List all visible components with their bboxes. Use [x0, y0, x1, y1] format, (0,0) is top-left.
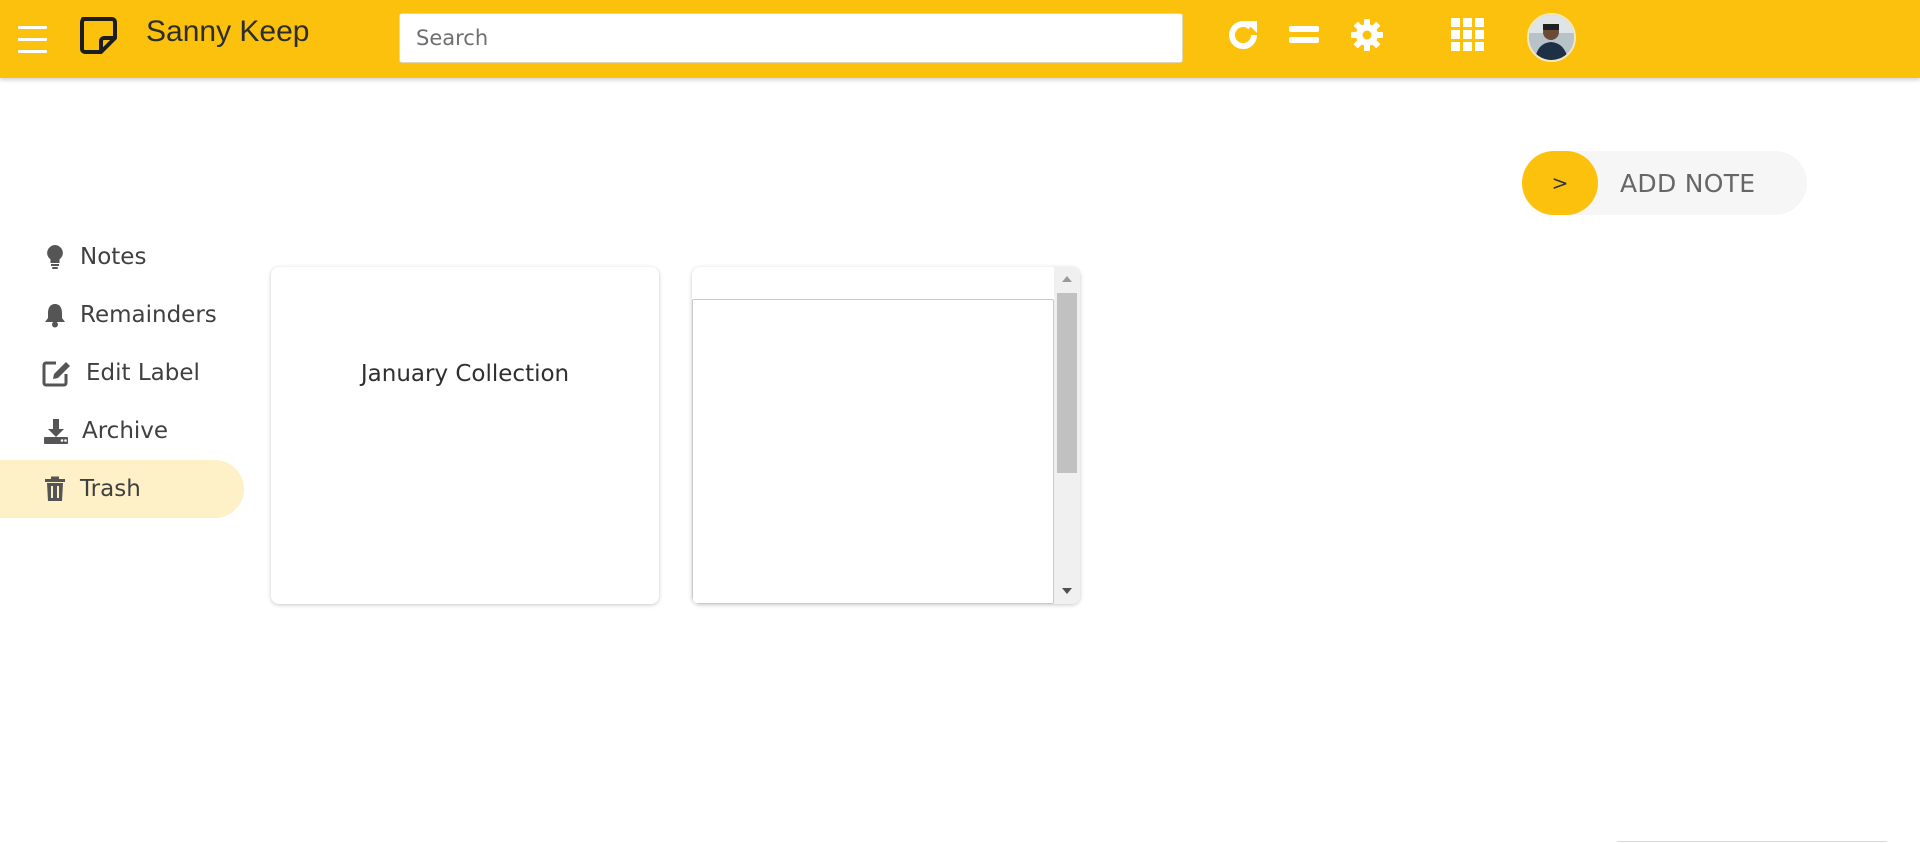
- scroll-thumb[interactable]: [1057, 293, 1077, 473]
- sidebar-item-remainders[interactable]: Remainders: [0, 286, 244, 344]
- app-title: Sanny Keep: [146, 15, 310, 48]
- note-title: January Collection: [360, 361, 570, 387]
- note-card[interactable]: January Collection: [271, 267, 659, 604]
- gear-icon: [1351, 19, 1383, 51]
- refresh-icon: [1229, 21, 1258, 50]
- sticky-note-icon: [80, 17, 117, 54]
- sidebar-item-label: Trash: [80, 476, 141, 502]
- sidebar-item-label: Remainders: [80, 302, 217, 328]
- apps-button[interactable]: [1447, 14, 1489, 56]
- sidebar-item-label: Archive: [82, 418, 169, 444]
- user-avatar[interactable]: [1527, 13, 1576, 62]
- refresh-button[interactable]: [1222, 14, 1264, 56]
- sidebar-item-label: Edit Label: [86, 360, 200, 386]
- scroll-up-icon[interactable]: [1062, 276, 1072, 282]
- note-textarea[interactable]: [692, 299, 1054, 604]
- note-scrollbar[interactable]: [1054, 267, 1080, 604]
- divider: [1617, 841, 1887, 842]
- settings-button[interactable]: [1346, 14, 1388, 56]
- add-note-button[interactable]: > ADD NOTE: [1522, 151, 1807, 215]
- apps-grid-icon: [1451, 18, 1484, 51]
- search-input[interactable]: [399, 13, 1183, 63]
- app-header: Sanny Keep: [0, 0, 1920, 78]
- sidebar-nav: Notes Remainders Edit Label Archive Tras…: [0, 228, 250, 518]
- sidebar-item-trash[interactable]: Trash: [0, 460, 244, 518]
- sidebar-item-archive[interactable]: Archive: [0, 402, 244, 460]
- add-note-arrow[interactable]: >: [1522, 151, 1598, 215]
- add-note-label: ADD NOTE: [1620, 169, 1756, 198]
- sidebar-item-notes[interactable]: Notes: [0, 228, 244, 286]
- trash-icon: [42, 476, 68, 502]
- bell-icon: [42, 302, 68, 328]
- scroll-down-icon[interactable]: [1062, 588, 1072, 594]
- sidebar-item-edit-label[interactable]: Edit Label: [0, 344, 244, 402]
- user-avatar-icon: [1529, 15, 1574, 60]
- edit-icon: [42, 360, 72, 387]
- sidebar-item-label: Notes: [80, 244, 147, 270]
- list-view-icon: [1289, 26, 1319, 43]
- note-card[interactable]: [692, 267, 1080, 604]
- hamburger-menu-icon[interactable]: [18, 26, 47, 53]
- archive-download-icon: [42, 418, 70, 444]
- lightbulb-icon: [42, 244, 68, 270]
- list-view-button[interactable]: [1283, 14, 1325, 56]
